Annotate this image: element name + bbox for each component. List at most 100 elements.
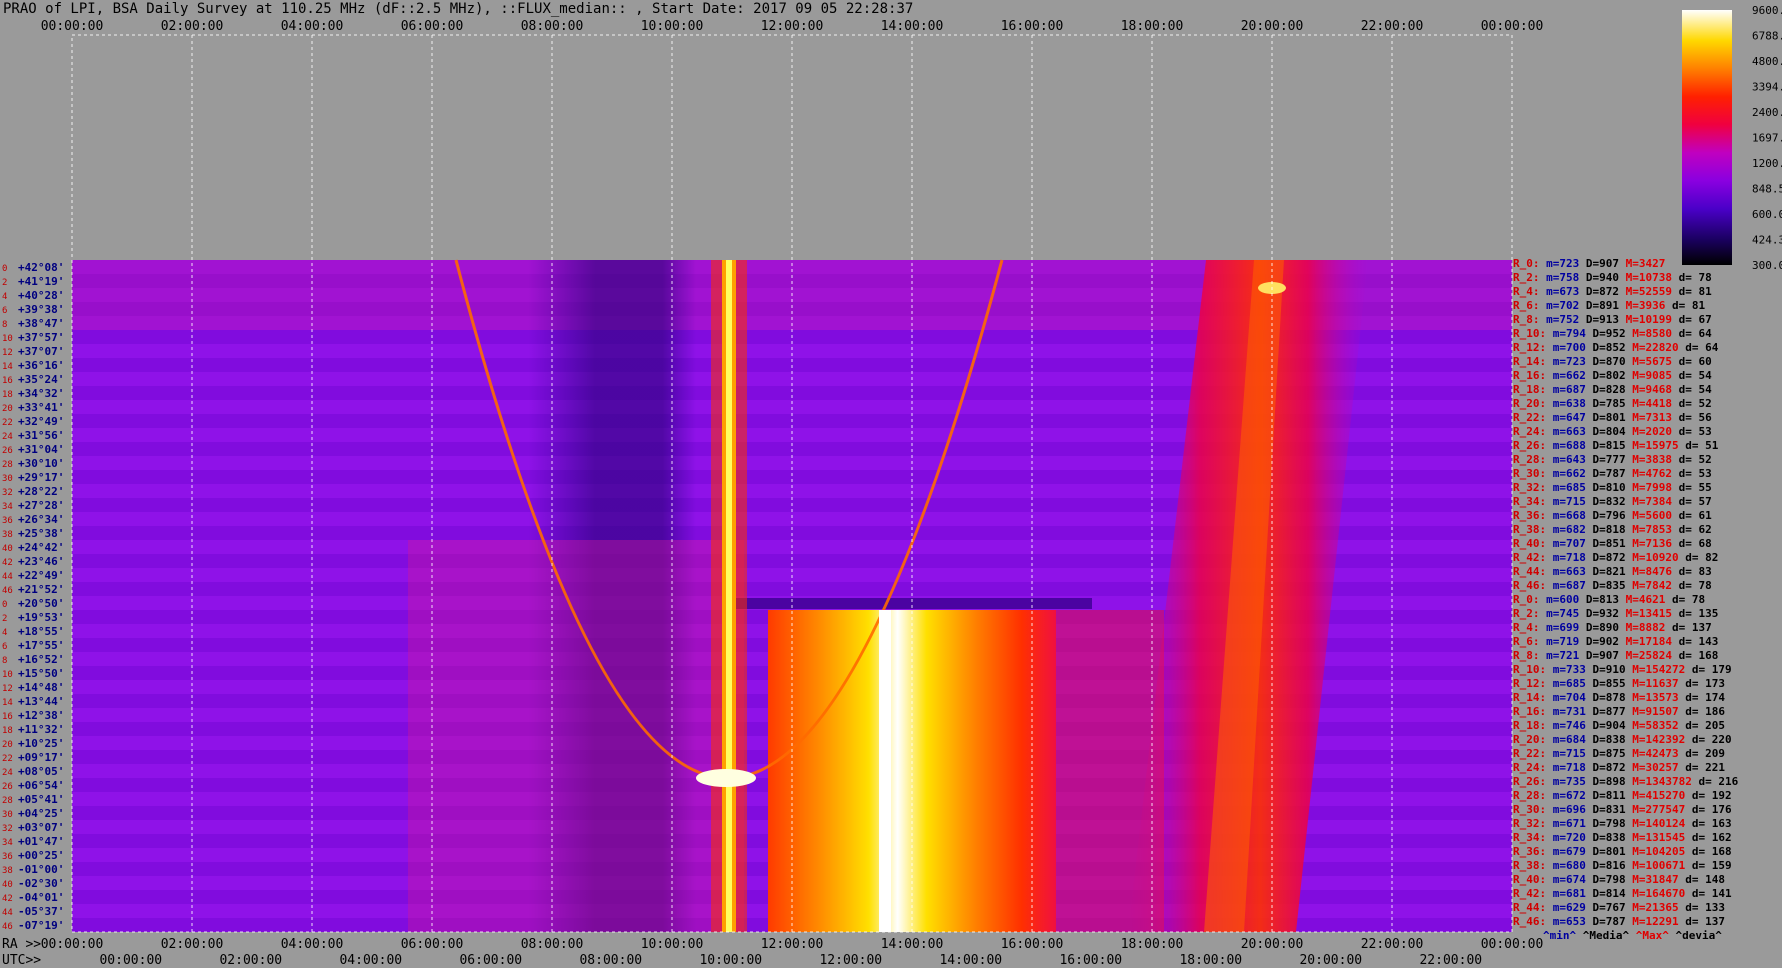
stat-row: R_40: m=674 D=798 M=31847 d= 148 — [1513, 873, 1738, 887]
stat-max: M=164670 — [1625, 887, 1686, 900]
stat-max: M=91507 — [1625, 705, 1679, 718]
declination-label: +32°49' — [18, 415, 64, 428]
stat-deviation: d= 81 — [1665, 299, 1706, 312]
declination-label: +18°55' — [18, 625, 64, 638]
stat-min: m=629 — [1546, 901, 1586, 914]
stat-max: M=58352 — [1625, 719, 1679, 732]
stat-median: D=838 — [1585, 733, 1626, 746]
utc-tick-label: 14:00:00 — [939, 953, 1002, 968]
declination-label: +24°42' — [18, 541, 64, 554]
top-tick-label: 10:00:00 — [641, 19, 704, 34]
declination-label: +42°08' — [18, 261, 64, 274]
row-number: 0 — [2, 264, 7, 274]
colorbar-tick-label: 300.0 — [1752, 259, 1782, 272]
declination-label: +08°05' — [18, 765, 64, 778]
stat-median: D=801 — [1585, 411, 1626, 424]
stat-label: R_8: — [1513, 649, 1540, 662]
stat-label: R_4: — [1513, 621, 1540, 634]
stat-min: m=723 — [1546, 355, 1586, 368]
stat-row: R_46: m=653 D=787 M=12291 d= 137 — [1513, 915, 1738, 929]
stat-median: D=814 — [1585, 887, 1626, 900]
stat-deviation: d= 133 — [1678, 901, 1725, 914]
stat-min: m=681 — [1546, 887, 1586, 900]
stat-label: R_34: — [1513, 831, 1547, 844]
stat-max: M=4418 — [1625, 397, 1672, 410]
stat-row: R_32: m=685 D=810 M=7998 d= 55 — [1513, 481, 1738, 495]
stat-max: M=7384 — [1625, 495, 1672, 508]
stat-label: R_12: — [1513, 341, 1547, 354]
stat-median: D=902 — [1579, 635, 1619, 648]
row-number: 40 — [2, 880, 13, 890]
stat-min: m=745 — [1539, 607, 1580, 620]
row-number: 38 — [2, 530, 13, 540]
stat-label: R_36: — [1513, 845, 1547, 858]
declination-label: +20°50' — [18, 597, 64, 610]
stat-median: D=877 — [1585, 705, 1626, 718]
declination-label: +00°25' — [18, 849, 64, 862]
stat-deviation: d= 159 — [1685, 859, 1732, 872]
stat-label: R_40: — [1513, 537, 1547, 550]
row-number: 4 — [2, 292, 7, 302]
row-statistics: R_0: m=723 D=907 M=3427 R_2: m=758 D=940 … — [1513, 257, 1738, 929]
declination-label: +11°32' — [18, 723, 64, 736]
ra-tick-label: 00:00:00 — [1481, 937, 1544, 952]
stat-min: m=752 — [1539, 313, 1580, 326]
stat-deviation: d= 168 — [1671, 649, 1719, 662]
row-number: 8 — [2, 656, 7, 666]
row-number: 6 — [2, 642, 7, 652]
stat-min: m=746 — [1546, 719, 1586, 732]
stat-min: m=671 — [1546, 817, 1586, 830]
stat-row: R_44: m=629 D=767 M=21365 d= 133 — [1513, 901, 1738, 915]
stat-label: R_32: — [1513, 481, 1547, 494]
stat-median: D=831 — [1585, 803, 1626, 816]
stat-max: M=415270 — [1625, 789, 1686, 802]
utc-tick-label: 18:00:00 — [1179, 953, 1242, 968]
stat-row: R_34: m=715 D=832 M=7384 d= 57 — [1513, 495, 1738, 509]
stat-row: R_2: m=758 D=940 M=10738 d= 78 — [1513, 271, 1738, 285]
stat-median: D=891 — [1579, 299, 1619, 312]
declination-label: +36°16' — [18, 359, 64, 372]
declination-label: +31°04' — [18, 443, 64, 456]
stat-label: R_22: — [1513, 411, 1547, 424]
stat-row: R_26: m=688 D=815 M=15975 d= 51 — [1513, 439, 1738, 453]
stat-row: R_18: m=687 D=828 M=9468 d= 54 — [1513, 383, 1738, 397]
stat-max: M=15975 — [1625, 439, 1679, 452]
sun-band-wing — [1056, 610, 1164, 932]
row-number: 24 — [2, 768, 13, 778]
row-number: 28 — [2, 460, 13, 470]
top-tick-label: 16:00:00 — [1001, 19, 1064, 34]
stat-deviation: d= 68 — [1671, 537, 1712, 550]
stat-label: R_8: — [1513, 313, 1540, 326]
stat-median: D=828 — [1585, 383, 1626, 396]
stat-row: R_8: m=752 D=913 M=10199 d= 67 — [1513, 313, 1738, 327]
stat-max: M=5675 — [1625, 355, 1672, 368]
row-number: 34 — [2, 502, 13, 512]
stat-max: M=11637 — [1625, 677, 1679, 690]
utc-tick-label: 02:00:00 — [219, 953, 282, 968]
stat-median: D=952 — [1585, 327, 1626, 340]
stat-median: D=875 — [1585, 747, 1626, 760]
top-tick-label: 14:00:00 — [881, 19, 944, 34]
stat-label: R_40: — [1513, 873, 1547, 886]
stat-min: m=672 — [1546, 789, 1586, 802]
stats-legend: ^min^ ^Media^ ^Max^ ^devia^ — [1543, 929, 1722, 942]
stat-row: R_20: m=638 D=785 M=4418 d= 52 — [1513, 397, 1738, 411]
stat-min: m=687 — [1546, 579, 1586, 592]
stat-row: R_4: m=699 D=890 M=8882 d= 137 — [1513, 621, 1738, 635]
top-tick-label: 08:00:00 — [521, 19, 584, 34]
stat-max: M=7842 — [1625, 579, 1672, 592]
stat-median: D=878 — [1585, 691, 1626, 704]
row-number: 10 — [2, 334, 13, 344]
stat-max: M=2020 — [1625, 425, 1672, 438]
stat-deviation: d= 221 — [1678, 761, 1725, 774]
ra-tick-label: 02:00:00 — [161, 937, 224, 952]
stat-min: m=662 — [1546, 369, 1586, 382]
stat-median: D=810 — [1585, 481, 1626, 494]
stat-min: m=700 — [1546, 341, 1586, 354]
row-number: 36 — [2, 516, 13, 526]
stat-label: R_22: — [1513, 747, 1547, 760]
stat-median: D=907 — [1579, 257, 1619, 270]
stat-min: m=735 — [1546, 775, 1586, 788]
stat-row: R_4: m=673 D=872 M=52559 d= 81 — [1513, 285, 1738, 299]
stat-max: M=10920 — [1625, 551, 1679, 564]
